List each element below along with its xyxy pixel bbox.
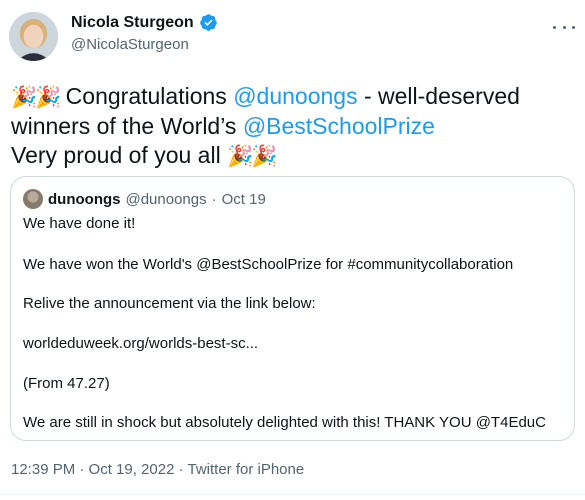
quoted-avatar-icon[interactable] [23, 189, 43, 209]
tweet-line-1: 🎉🎉 Congratulations @dunoongs - well-dese… [11, 82, 571, 112]
quoted-tweet[interactable]: dunoongs @dunoongs · Oct 19 We have done… [10, 176, 575, 441]
tweet-text-segment: - well-deserved [357, 83, 520, 109]
tweet-timestamp[interactable]: 12:39 PM · Oct 19, 2022 · Twitter for iP… [11, 461, 304, 478]
party-popper-icon: 🎉🎉 [227, 145, 277, 168]
quoted-author-handle[interactable]: @dunoongs [125, 191, 206, 208]
more-options-icon[interactable] [553, 20, 575, 34]
separator-dot: · [211, 190, 217, 208]
quoted-author-name[interactable]: dunoongs [48, 191, 120, 208]
tweet-text-segment: winners of the World’s [11, 113, 243, 139]
mention-link[interactable]: @BestSchoolPrize [243, 113, 435, 139]
quoted-tweet-header: dunoongs @dunoongs · Oct 19 [23, 189, 266, 209]
quoted-line: We have won the World's @BestSchoolPrize… [23, 256, 514, 273]
tweet-text-segment: Very proud of you all [11, 142, 228, 168]
quoted-link[interactable]: worldeduweek.org/worlds-best-sc... [23, 335, 258, 352]
quoted-date[interactable]: Oct 19 [222, 191, 266, 208]
quoted-line: We are still in shock but absolutely del… [23, 414, 546, 431]
tweet-line-3: Very proud of you all 🎉🎉 [11, 141, 571, 171]
author-avatar[interactable] [9, 12, 58, 61]
tweet-text-segment: Congratulations [59, 83, 234, 109]
quoted-line: Relive the announcement via the link bel… [23, 295, 316, 312]
author-handle[interactable]: @NicolaSturgeon [71, 36, 189, 53]
party-popper-icon: 🎉🎉 [11, 86, 61, 109]
quoted-line: We have done it! [23, 215, 136, 232]
author-name-text: Nicola Sturgeon [71, 13, 194, 31]
quoted-line: (From 47.27) [23, 375, 110, 392]
tweet-card: Nicola Sturgeon @NicolaSturgeon 🎉🎉 Congr… [0, 0, 585, 500]
verified-badge-icon [199, 14, 217, 31]
profile-photo-icon [9, 12, 58, 61]
author-name[interactable]: Nicola Sturgeon [71, 13, 218, 32]
tweet-text: 🎉🎉 Congratulations @dunoongs - well-dese… [11, 82, 571, 171]
divider [0, 494, 585, 495]
mention-link[interactable]: @dunoongs [233, 83, 357, 109]
tweet-line-2: winners of the World’s @BestSchoolPrize [11, 112, 571, 141]
